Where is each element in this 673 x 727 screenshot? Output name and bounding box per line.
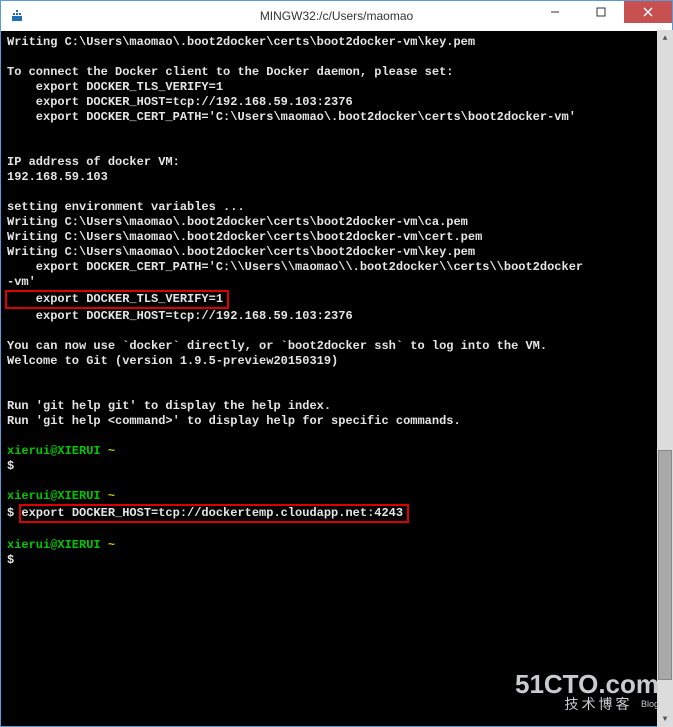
window-controls <box>532 1 672 31</box>
scrollbar[interactable]: ▲ ▼ <box>657 30 673 727</box>
titlebar[interactable]: MINGW32:/c/Users/maomao <box>1 1 672 31</box>
app-icon <box>9 6 29 26</box>
scroll-up-arrow[interactable]: ▲ <box>657 30 673 46</box>
scroll-down-arrow[interactable]: ▼ <box>657 711 673 727</box>
maximize-button[interactable] <box>578 1 624 23</box>
watermark: 51CTO.com 技术博客 Blog <box>515 671 659 713</box>
watermark-text: 技术博客 <box>565 696 633 712</box>
watermark-badge: Blog <box>641 699 659 709</box>
watermark-domain: 51CTO.com <box>515 671 659 697</box>
terminal-output[interactable]: Writing C:\Users\maomao\.boot2docker\cer… <box>1 31 672 726</box>
app-window: MINGW32:/c/Users/maomao Writing C:\Users… <box>0 0 673 727</box>
close-button[interactable] <box>624 1 672 23</box>
minimize-button[interactable] <box>532 1 578 23</box>
scroll-thumb[interactable] <box>658 450 672 680</box>
